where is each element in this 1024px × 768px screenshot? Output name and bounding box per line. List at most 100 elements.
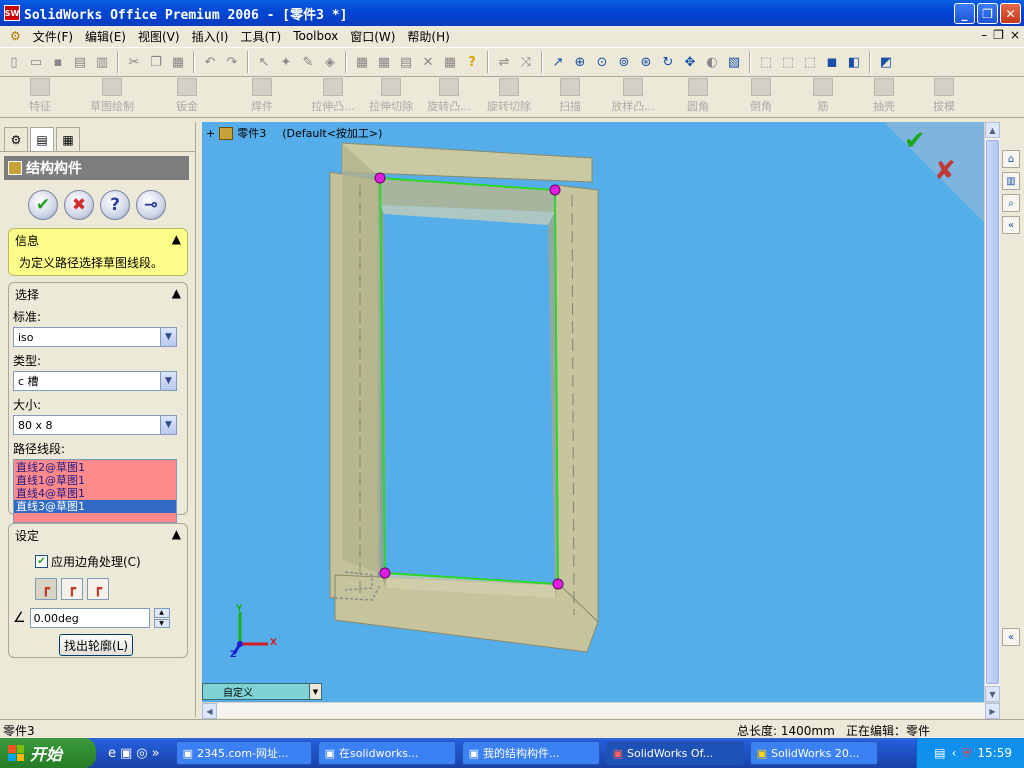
- doc-minimize-button[interactable]: –: [981, 28, 987, 42]
- zoom-in-out-icon[interactable]: ⊚: [614, 52, 634, 72]
- sketch-icon[interactable]: ✎: [298, 52, 318, 72]
- shaded-with-edges-icon[interactable]: ◼: [822, 52, 842, 72]
- info-header[interactable]: 信息 ▲: [9, 229, 187, 252]
- selection-header[interactable]: 选择 ▲: [9, 283, 187, 306]
- path-segment-item[interactable]: 直线1@草图1: [14, 474, 176, 487]
- shaded-icon[interactable]: ◧: [844, 52, 864, 72]
- mass-properties-icon[interactable]: ⤨: [516, 52, 536, 72]
- feature-button-revolved-boss[interactable]: 旋转凸...: [420, 78, 478, 117]
- feature-button-extruded-cut[interactable]: 拉伸切除: [362, 78, 420, 117]
- feature-button-chamfer[interactable]: 倒角: [730, 78, 792, 117]
- previous-view-icon[interactable]: ↗: [548, 52, 568, 72]
- chevron-down-icon[interactable]: ▼: [160, 328, 176, 346]
- doc-close-button[interactable]: ×: [1010, 28, 1020, 42]
- feature-button-shell[interactable]: 抽壳: [854, 78, 914, 117]
- pin-button[interactable]: ⊸: [136, 190, 166, 220]
- properties-icon[interactable]: ▦: [440, 52, 460, 72]
- help-icon[interactable]: ?: [462, 52, 482, 72]
- menu-help[interactable]: 帮助(H): [401, 28, 455, 45]
- tray-expand-icon[interactable]: ‹: [952, 746, 957, 760]
- zoom-to-area-icon[interactable]: ⊙: [592, 52, 612, 72]
- view-orientation-combo[interactable]: 自定义 ▼: [202, 683, 322, 700]
- feature-button-rib[interactable]: 筋: [792, 78, 854, 117]
- scroll-thumb[interactable]: [986, 140, 999, 684]
- undo-icon[interactable]: ↶: [200, 52, 220, 72]
- feature-button-fillet[interactable]: 圆角: [666, 78, 730, 117]
- taskbar-item[interactable]: ▣ SolidWorks 20...: [749, 741, 878, 765]
- tree-expand-icon[interactable]: +: [206, 127, 215, 140]
- ok-button[interactable]: ✔: [28, 190, 58, 220]
- resources-icon[interactable]: ▥: [1002, 172, 1020, 190]
- spin-up-icon[interactable]: ▲: [153, 608, 170, 618]
- collapse-pane-icon[interactable]: «: [1002, 216, 1020, 234]
- expand-pane-icon[interactable]: «: [1002, 628, 1020, 646]
- zoom-to-selection-icon[interactable]: ⊛: [636, 52, 656, 72]
- model-canvas[interactable]: [202, 122, 984, 702]
- path-segment-item[interactable]: 直线2@草图1: [14, 461, 176, 474]
- corner-treatment-checkbox[interactable]: ✔: [35, 555, 48, 568]
- angle-spinner[interactable]: ▲ ▼: [153, 608, 170, 628]
- chevron-down-icon[interactable]: ▼: [309, 684, 321, 699]
- collapse-icon[interactable]: ▲: [172, 286, 181, 303]
- wireframe-icon[interactable]: ⬚: [756, 52, 776, 72]
- search-icon[interactable]: ⌕: [1002, 194, 1020, 212]
- scroll-down-icon[interactable]: ▼: [985, 686, 1000, 702]
- feature-button-sweep[interactable]: 扫描: [540, 78, 600, 117]
- menu-file[interactable]: 文件(F): [27, 28, 79, 45]
- scroll-up-icon[interactable]: ▲: [985, 122, 1000, 138]
- configuration-manager-tab[interactable]: ▦: [56, 127, 80, 151]
- taskbar-item[interactable]: ▣ 我的结构构件...: [461, 741, 600, 765]
- doc-restore-button[interactable]: ❐: [993, 28, 1004, 42]
- layers-icon[interactable]: ▤: [396, 52, 416, 72]
- taskbar-item[interactable]: ▣ 在solidworks...: [317, 741, 456, 765]
- security-shield-icon[interactable]: ⛨: [962, 746, 971, 761]
- menu-tools[interactable]: 工具(T): [234, 28, 287, 45]
- tools-icon[interactable]: ✕: [418, 52, 438, 72]
- open-icon[interactable]: ▭: [26, 52, 46, 72]
- feature-manager-tab[interactable]: ⚙: [4, 127, 28, 151]
- graphics-viewport[interactable]: X Y Z + 零件3 (Default<按加工>) ✔ ✘: [202, 122, 984, 702]
- rotation-angle-input[interactable]: 0.00deg: [29, 608, 150, 628]
- menu-icon[interactable]: ⚙: [4, 29, 27, 43]
- end-butt-icon[interactable]: ┏: [87, 578, 109, 600]
- print-preview-icon[interactable]: ▥: [92, 52, 112, 72]
- confirm-ok-icon[interactable]: ✔: [904, 126, 926, 156]
- scroll-right-icon[interactable]: ▶: [985, 703, 1000, 719]
- feature-button-revolved-cut[interactable]: 旋转切除: [478, 78, 540, 117]
- horizontal-scrollbar[interactable]: ◀ ▶: [202, 702, 1000, 719]
- clock[interactable]: 15:59: [977, 746, 1012, 760]
- section-view-icon[interactable]: ◩: [876, 52, 896, 72]
- ie-icon[interactable]: e: [108, 746, 116, 761]
- path-segment-item[interactable]: 直线4@草图1: [14, 487, 176, 500]
- zoom-to-fit-icon[interactable]: ⊕: [570, 52, 590, 72]
- taskbar-item[interactable]: ▣ 2345.com-网址...: [175, 741, 312, 765]
- menu-insert[interactable]: 插入(I): [186, 28, 235, 45]
- feature-button-draft[interactable]: 拔模: [914, 78, 974, 117]
- end-miter-icon[interactable]: ┏: [61, 578, 83, 600]
- menu-edit[interactable]: 编辑(E): [79, 28, 132, 45]
- copy-icon[interactable]: ❐: [146, 52, 166, 72]
- spin-down-icon[interactable]: ▼: [153, 618, 170, 628]
- menu-toolbox[interactable]: Toolbox: [287, 29, 344, 43]
- type-select[interactable]: c 槽 ▼: [13, 371, 177, 391]
- rotate-icon[interactable]: ↻: [658, 52, 678, 72]
- print-icon[interactable]: ▤: [70, 52, 90, 72]
- collapse-icon[interactable]: ▲: [172, 527, 181, 544]
- menu-window[interactable]: 窗口(W): [344, 28, 401, 45]
- select-icon[interactable]: ↖: [254, 52, 274, 72]
- new-icon[interactable]: ▯: [4, 52, 24, 72]
- property-manager-tab[interactable]: ▤: [30, 127, 54, 151]
- chevron-down-icon[interactable]: ▼: [160, 372, 176, 390]
- locate-profile-button[interactable]: 找出轮廓(L): [59, 634, 133, 656]
- taskbar-item-active[interactable]: ▣ SolidWorks Of...: [605, 741, 744, 765]
- maximize-button[interactable]: ❐: [977, 3, 998, 24]
- standard-select[interactable]: iso ▼: [13, 327, 177, 347]
- redo-icon[interactable]: ↷: [222, 52, 242, 72]
- rebuild-icon[interactable]: ▦: [352, 52, 372, 72]
- vertical-scrollbar[interactable]: ▲ ▼: [984, 122, 1000, 702]
- feature-button-sketch[interactable]: 草图绘制: [70, 78, 154, 117]
- smart-dimension-icon[interactable]: ◈: [320, 52, 340, 72]
- collapse-icon[interactable]: ▲: [172, 232, 181, 249]
- apply-corner-treatment[interactable]: ✔ 应用边角处理(C): [35, 553, 187, 570]
- cut-icon[interactable]: ✂: [124, 52, 144, 72]
